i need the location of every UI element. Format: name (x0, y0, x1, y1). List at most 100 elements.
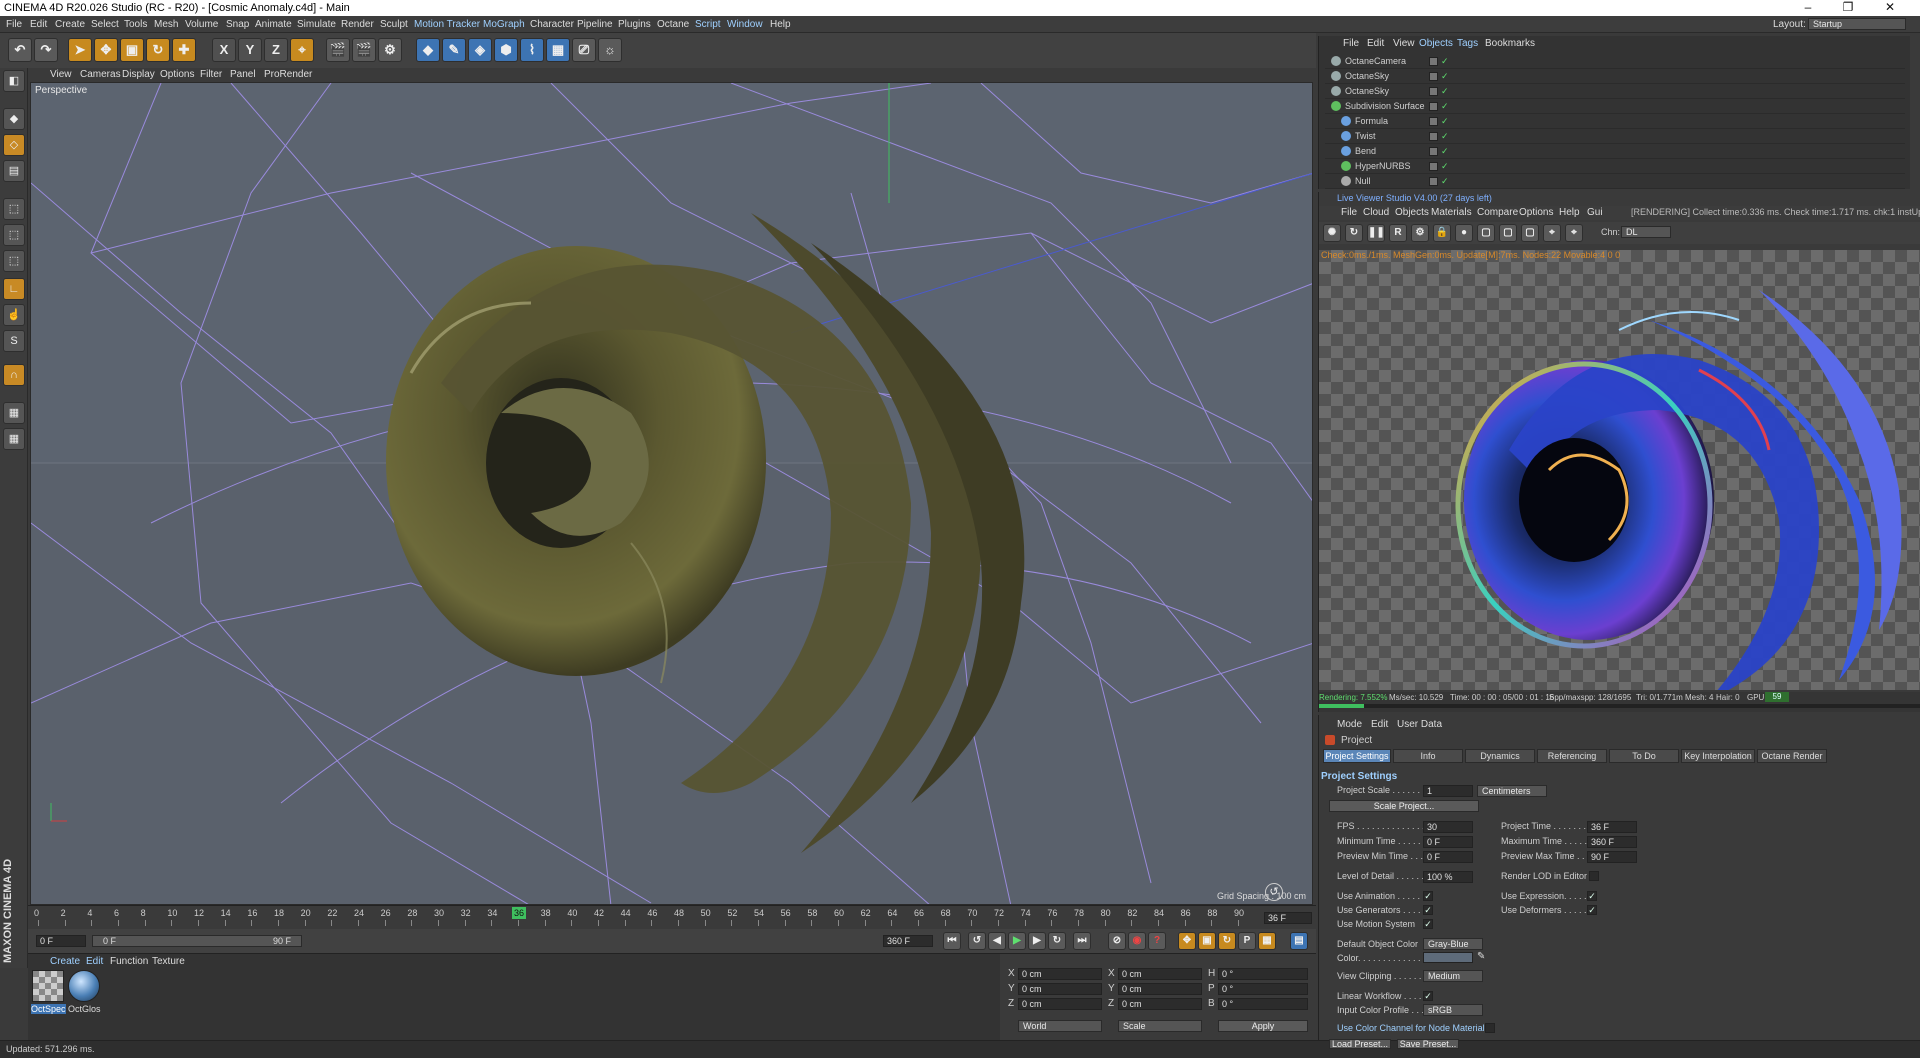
object-name[interactable]: OctaneSky (1345, 71, 1389, 81)
use-deformers-checkbox[interactable]: ✓ (1587, 905, 1597, 915)
viewport-nav-icon[interactable]: ↺ (1265, 883, 1283, 901)
lv-pause-icon[interactable]: ❚❚ (1367, 224, 1385, 242)
lv-menu-file[interactable]: File (1341, 207, 1357, 218)
scale-project-button[interactable]: Scale Project... (1329, 800, 1479, 812)
menu-snap[interactable]: Snap (226, 19, 249, 30)
menu-motion-tracker[interactable]: Motion Tracker (414, 19, 480, 30)
render-settings-icon[interactable]: ⚙ (378, 38, 402, 62)
menu-file[interactable]: File (6, 19, 22, 30)
coord-apply-button[interactable]: Apply (1218, 1020, 1308, 1032)
key-scale-icon[interactable]: ▣ (1198, 932, 1216, 950)
enabled-check-icon[interactable]: ✓ (1441, 86, 1449, 97)
visibility-toggle-icon[interactable] (1429, 162, 1438, 171)
lv-menu-cloud[interactable]: Cloud (1363, 207, 1389, 218)
object-name[interactable]: Formula (1355, 116, 1388, 126)
vp-menu-options[interactable]: Options (160, 69, 194, 80)
menu-plugins[interactable]: Plugins (618, 19, 651, 30)
tab-key-interpolation[interactable]: Key Interpolation (1681, 749, 1755, 763)
menu-octane[interactable]: Octane (657, 19, 689, 30)
object-row[interactable]: Null ✓ (1325, 174, 1905, 189)
tab-octane-render[interactable]: Octane Render (1757, 749, 1827, 763)
visibility-toggle-icon[interactable] (1429, 57, 1438, 66)
input-profile-dropdown[interactable]: sRGB (1423, 1004, 1483, 1016)
move-icon[interactable]: ✥ (94, 38, 118, 62)
coord-size-y[interactable]: 0 cm (1118, 983, 1202, 995)
enabled-check-icon[interactable]: ✓ (1441, 116, 1449, 127)
enabled-check-icon[interactable]: ✓ (1441, 176, 1449, 187)
close-button[interactable]: ✕ (1872, 0, 1908, 16)
texture-mode-icon[interactable]: ◇ (3, 134, 25, 156)
menu-help[interactable]: Help (770, 19, 791, 30)
menu-pipeline[interactable]: Pipeline (577, 19, 613, 30)
obj-menu-file[interactable]: File (1343, 38, 1359, 49)
linear-workflow-checkbox[interactable]: ✓ (1423, 991, 1433, 1001)
lv-menu-materials[interactable]: Materials (1431, 207, 1472, 218)
points-mode-icon[interactable]: ⬚ (3, 198, 25, 220)
node-color-checkbox[interactable] (1485, 1023, 1495, 1033)
lv-menu-compare[interactable]: Compare (1477, 207, 1518, 218)
prev-frame-icon[interactable]: ◀ (988, 932, 1006, 950)
scale-icon[interactable]: ▣ (120, 38, 144, 62)
obj-menu-view[interactable]: View (1393, 38, 1415, 49)
coord-rot-h[interactable]: 0 ° (1218, 968, 1308, 980)
object-name[interactable]: Bend (1355, 146, 1376, 156)
current-frame-marker[interactable]: 36 (512, 907, 526, 919)
x-axis-button[interactable]: X (212, 38, 236, 62)
vp-menu-display[interactable]: Display (122, 69, 155, 80)
light-icon[interactable]: ☼ (598, 38, 622, 62)
perspective-viewport[interactable]: Perspective Grid Spacing : 100 cm ↺ (30, 82, 1313, 905)
model-mode-icon[interactable]: ◆ (3, 108, 25, 130)
visibility-toggle-icon[interactable] (1429, 177, 1438, 186)
object-name[interactable]: HyperNURBS (1355, 161, 1411, 171)
tweak-mode-icon[interactable]: ☝ (3, 304, 25, 326)
menu-character[interactable]: Character (530, 19, 574, 30)
menu-mograph[interactable]: MoGraph (483, 19, 525, 30)
attr-menu-mode[interactable]: Mode (1337, 719, 1362, 730)
enabled-check-icon[interactable]: ✓ (1441, 161, 1449, 172)
key-param-icon[interactable]: P (1238, 932, 1256, 950)
polygons-mode-icon[interactable]: ⬚ (3, 250, 25, 272)
lv-pick-white-icon[interactable]: ⌖ (1565, 224, 1583, 242)
key-rotation-icon[interactable]: ↻ (1218, 932, 1236, 950)
menu-volume[interactable]: Volume (185, 19, 218, 30)
play-icon[interactable]: ▶ (1008, 932, 1026, 950)
lv-material-ball-icon[interactable]: ● (1455, 224, 1473, 242)
visibility-toggle-icon[interactable] (1429, 117, 1438, 126)
visibility-toggle-icon[interactable] (1429, 132, 1438, 141)
keyframe-record-icon[interactable]: ⊘ (1108, 932, 1126, 950)
use-motion-checkbox[interactable]: ✓ (1423, 919, 1433, 929)
object-name[interactable]: Subdivision Surface (1345, 101, 1425, 111)
key-position-icon[interactable]: ✥ (1178, 932, 1196, 950)
mat-menu-function[interactable]: Function (110, 956, 148, 967)
object-name[interactable]: OctaneSky (1345, 86, 1389, 96)
timeline-window-icon[interactable]: ▤ (1290, 932, 1308, 950)
mat-menu-texture[interactable]: Texture (152, 956, 185, 967)
coord-size-mode-dropdown[interactable]: Scale (1118, 1020, 1202, 1032)
range-slider[interactable]: 0 F 90 F (92, 935, 302, 947)
maximize-button[interactable]: ❐ (1830, 0, 1866, 16)
color-swatch[interactable] (1423, 952, 1473, 963)
visibility-toggle-icon[interactable] (1429, 87, 1438, 96)
next-frame-icon[interactable]: ▶ (1028, 932, 1046, 950)
lv-render-canvas[interactable]: Check:0ms./1ms. MeshGen:0ms. Update[M]:7… (1319, 250, 1920, 690)
lv-clay-icon[interactable]: ▢ (1499, 224, 1517, 242)
goto-start-icon[interactable]: ⏮ (943, 932, 961, 950)
axis-mode-icon[interactable]: ∟ (3, 278, 25, 300)
preview-max-field[interactable]: 90 F (1587, 851, 1637, 863)
object-row[interactable]: Formula ✓ (1325, 114, 1905, 129)
redo-icon[interactable]: ↷ (34, 38, 58, 62)
lv-pick-focus-icon[interactable]: ⌖ (1543, 224, 1561, 242)
floor-icon[interactable]: ▦ (546, 38, 570, 62)
key-pla-icon[interactable]: ▦ (1258, 932, 1276, 950)
tab-project-settings[interactable]: Project Settings (1323, 749, 1391, 763)
start-frame-field[interactable]: 0 F (36, 935, 86, 947)
menu-window[interactable]: Window (727, 19, 763, 30)
mat-menu-create[interactable]: Create (50, 956, 80, 967)
visibility-toggle-icon[interactable] (1429, 72, 1438, 81)
load-preset-button[interactable]: Load Preset... (1329, 1039, 1391, 1049)
deformer-icon[interactable]: ⌇ (520, 38, 544, 62)
select-arrow-icon[interactable]: ➤ (68, 38, 92, 62)
obj-menu-tags[interactable]: Tags (1457, 38, 1478, 49)
enabled-check-icon[interactable]: ✓ (1441, 101, 1449, 112)
menu-create[interactable]: Create (55, 19, 85, 30)
